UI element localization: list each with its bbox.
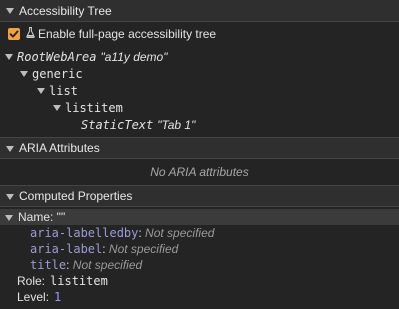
node-role: list — [49, 83, 78, 98]
expand-triangle-icon — [5, 54, 13, 60]
prop-key: aria-label — [30, 242, 103, 256]
computed-properties-title: Computed Properties — [19, 189, 133, 203]
experiment-flask-icon — [26, 27, 35, 41]
expand-triangle-icon — [6, 193, 14, 200]
prop-value: Not specified — [145, 226, 215, 240]
computed-properties-header[interactable]: Computed Properties — [0, 185, 399, 207]
expand-triangle-icon — [37, 88, 45, 94]
aria-attributes-header[interactable]: ARIA Attributes — [0, 137, 399, 159]
accessibility-tree-title: Accessibility Tree — [19, 3, 112, 18]
name-source-aria-labelledby: aria-labelledby : Not specified — [30, 226, 215, 240]
tree-node-statictext[interactable]: StaticText "Tab 1" — [0, 116, 399, 133]
accessibility-tree: RootWebArea "a11y demo" generic list lis… — [0, 46, 399, 137]
expand-triangle-icon — [6, 8, 14, 14]
full-page-tree-checkbox[interactable] — [8, 28, 20, 40]
expand-triangle-icon — [5, 214, 13, 221]
full-page-tree-label: Enable full-page accessibility tree — [38, 27, 217, 41]
prop-key: aria-labelledby — [30, 226, 139, 240]
name-source-aria-label: aria-label : Not specified — [30, 242, 179, 256]
tree-node-generic[interactable]: generic — [0, 65, 399, 82]
level-value: 1 — [54, 290, 62, 304]
tree-node-listitem[interactable]: listitem — [0, 99, 399, 116]
name-source-title: title : Not specified — [30, 258, 143, 272]
expand-triangle-icon — [6, 145, 14, 152]
full-page-tree-toggle[interactable]: Enable full-page accessibility tree — [0, 22, 399, 46]
role-value: listitem — [50, 274, 108, 288]
computed-name-row[interactable]: Name: "" — [0, 209, 399, 225]
computed-properties: Name: "" aria-labelledby : Not specified… — [0, 207, 399, 305]
computed-name-label: Name: "" — [18, 210, 66, 224]
node-role: RootWebArea — [17, 49, 97, 64]
aria-attributes-empty-message: No ARIA attributes — [150, 165, 249, 179]
expand-triangle-icon — [53, 105, 61, 111]
role-label: Role: — [17, 274, 46, 288]
computed-role-row: Role: listitem — [0, 273, 399, 289]
accessibility-tree-header[interactable]: Accessibility Tree — [0, 0, 399, 22]
expand-triangle-icon — [20, 71, 28, 77]
node-name: "a11y demo" — [100, 49, 168, 64]
node-name: "Tab 1" — [157, 117, 196, 132]
prop-value: Not specified — [72, 258, 143, 272]
aria-attributes-title: ARIA Attributes — [19, 141, 100, 155]
prop-key: title — [30, 258, 67, 272]
tree-node-list[interactable]: list — [0, 82, 399, 99]
node-role: StaticText — [81, 117, 154, 132]
tree-node-rootwebarea[interactable]: RootWebArea "a11y demo" — [0, 48, 399, 65]
prop-value: Not specified — [108, 242, 179, 256]
accessibility-pane: Accessibility Tree Enable full-page acce… — [0, 0, 399, 309]
level-label: Level: — [17, 290, 50, 304]
checkmark-icon — [9, 30, 19, 38]
node-role: listitem — [65, 100, 123, 115]
computed-level-row: Level: 1 — [0, 289, 399, 305]
node-role: generic — [32, 66, 83, 81]
